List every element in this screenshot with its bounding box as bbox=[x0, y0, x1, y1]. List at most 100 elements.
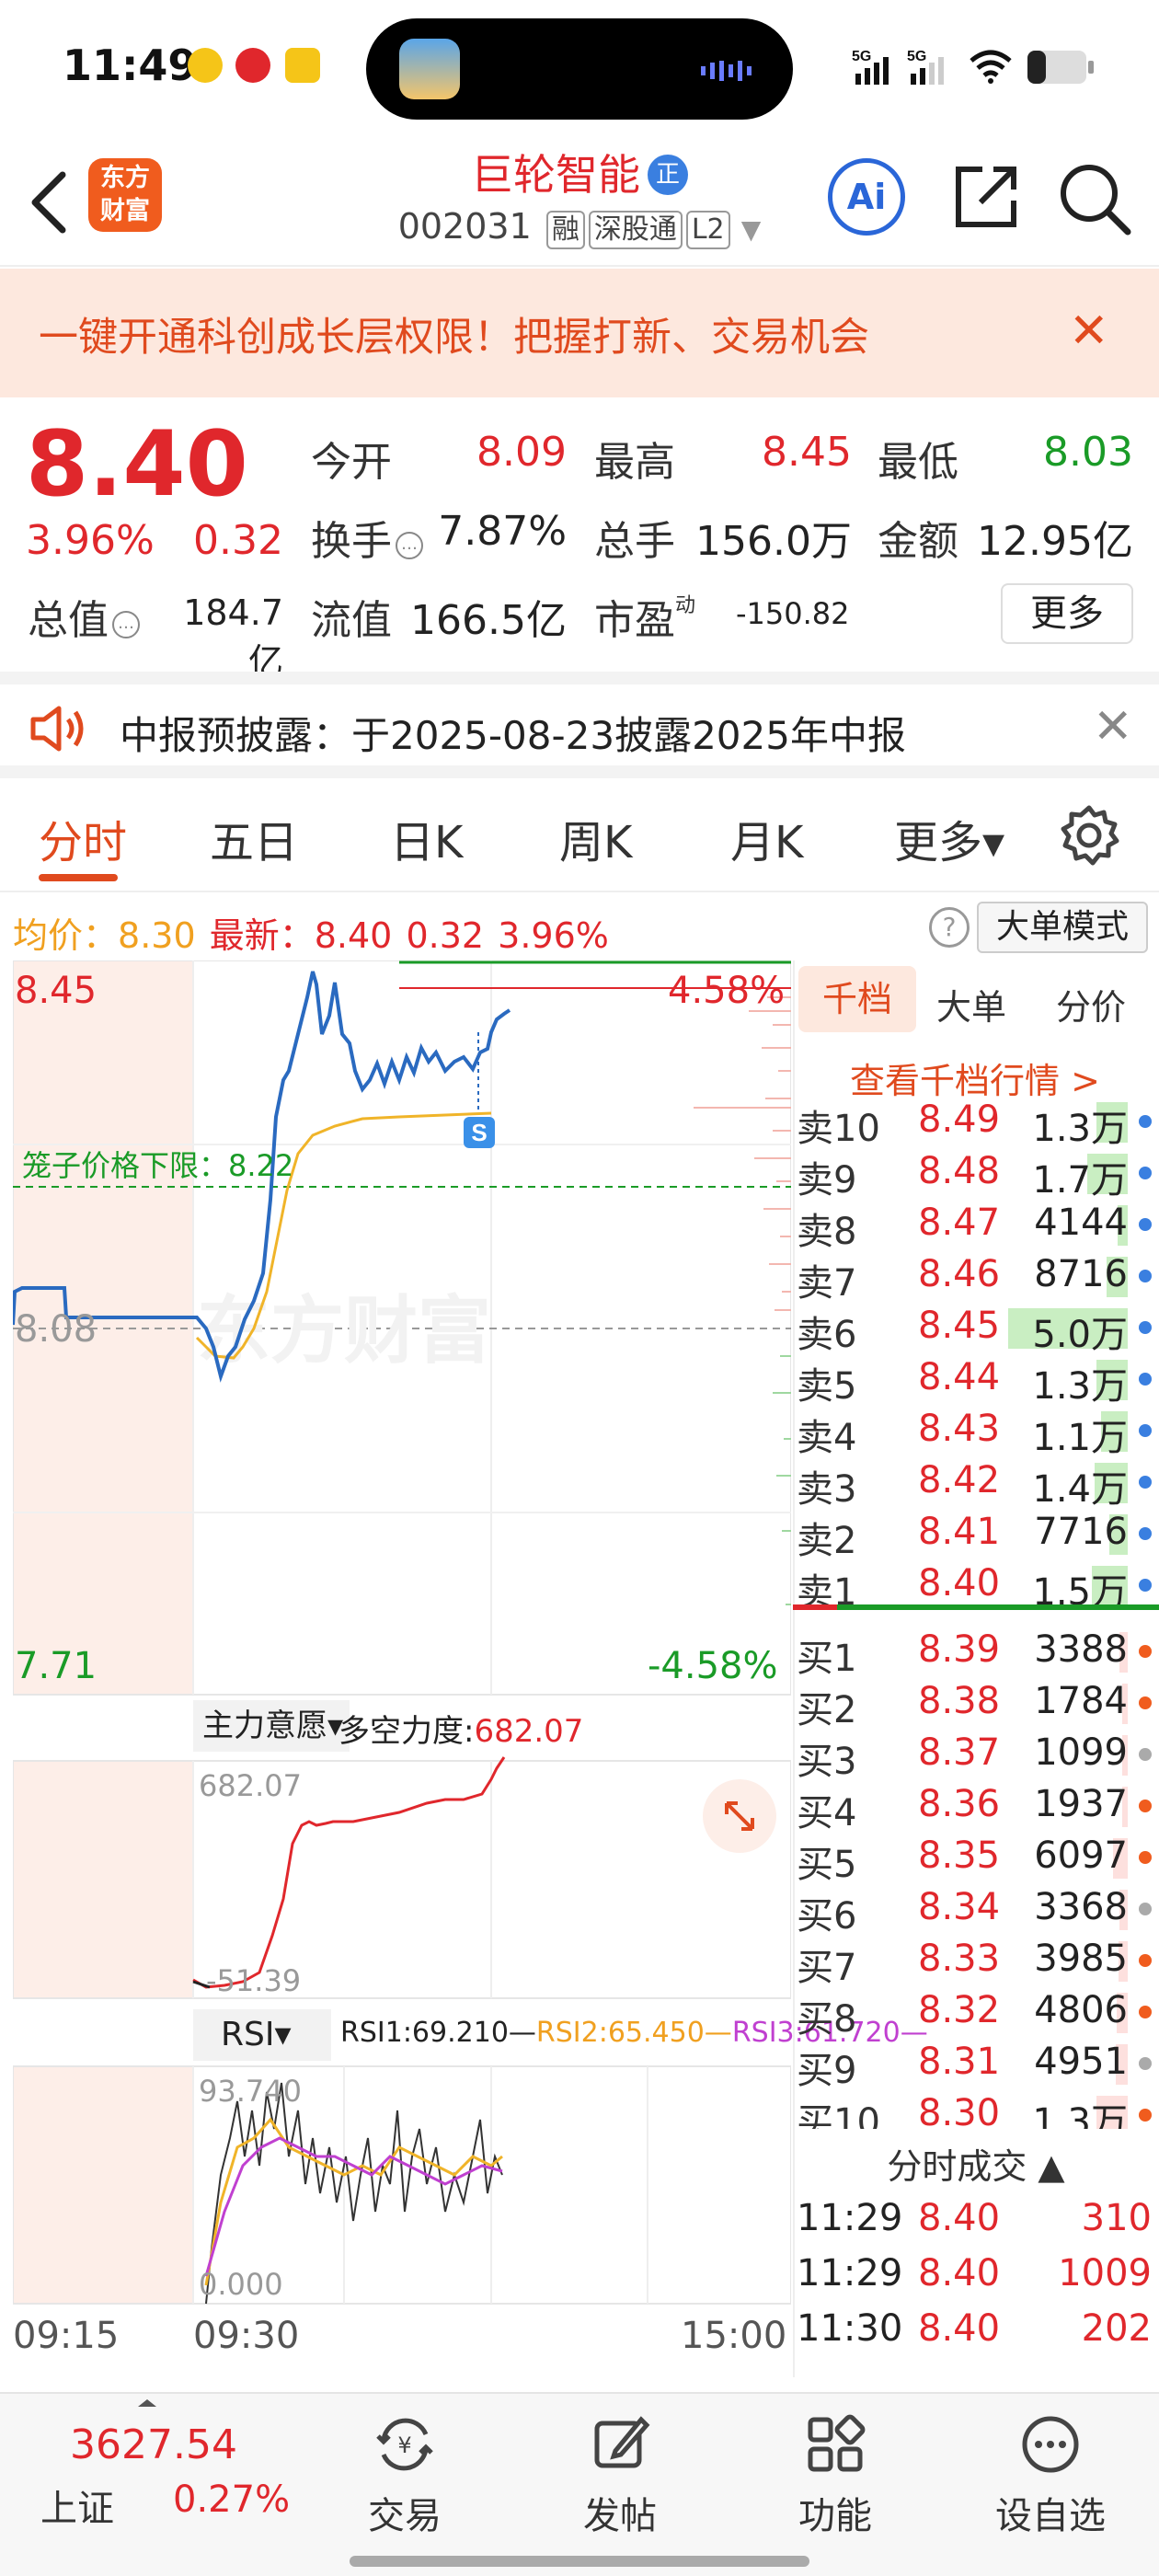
tab-intraday[interactable]: 分时 bbox=[39, 806, 127, 870]
close-icon[interactable]: ✕ bbox=[1069, 304, 1109, 359]
view-thousand-levels-link[interactable]: 查看千档行情 > bbox=[850, 1052, 1100, 1103]
trade-icon: ¥ bbox=[376, 2418, 433, 2471]
tab-price-distribution[interactable]: 分价 bbox=[1056, 979, 1126, 1029]
turnover-label: 换手… bbox=[311, 508, 423, 567]
help-icon[interactable]: ? bbox=[929, 907, 970, 948]
avg-label: 均价： bbox=[13, 915, 119, 956]
buy-level-row[interactable]: 买3 8.37 1099 bbox=[793, 1728, 1159, 1783]
tab-daily-k[interactable]: 日K bbox=[390, 806, 463, 870]
quote-panel: 8.40 3.96% 0.32 今开 8.09 最高 8.45 最低 8.03 … bbox=[0, 401, 1159, 682]
notice-text: 中报预披露：于2025-08-23披露2025年中报 bbox=[120, 713, 906, 758]
sell-level-row[interactable]: 卖1 8.40 1.5万 bbox=[793, 1558, 1159, 1614]
sell-level-row[interactable]: 卖4 8.43 1.1万 bbox=[793, 1404, 1159, 1459]
turnover-value: 7.87% bbox=[438, 508, 567, 555]
tag-level2: L2 bbox=[685, 211, 730, 249]
price-summary-bar: 均价：8.30 最新：8.40 0.32 3.96% ? 大单模式 bbox=[0, 894, 1159, 959]
mktcap-value: 184.7亿 bbox=[183, 592, 283, 682]
nav-functions[interactable]: 功能 bbox=[762, 2412, 909, 2539]
sell-level-row[interactable]: 卖6 8.45 5.0万 bbox=[793, 1301, 1159, 1356]
info-icon[interactable]: … bbox=[112, 611, 140, 638]
buy-level-row[interactable]: 买7 8.33 3985 bbox=[793, 1934, 1159, 1989]
info-icon[interactable]: … bbox=[396, 532, 423, 559]
trade-time: 11:29 bbox=[797, 2197, 903, 2239]
buy-level-row[interactable]: 买8 8.32 4806 bbox=[793, 1985, 1159, 2041]
level-price: 8.30 bbox=[918, 2092, 1001, 2129]
search-icon[interactable] bbox=[1056, 160, 1133, 237]
level-label: 卖9 bbox=[797, 1159, 857, 1202]
trade-time: 11:30 bbox=[797, 2307, 903, 2350]
sell-level-row[interactable]: 卖2 8.41 7716 bbox=[793, 1507, 1159, 1562]
order-flag-dot bbox=[1139, 1476, 1152, 1489]
level-volume: 8716 bbox=[1034, 1253, 1128, 1295]
svg-text:¥: ¥ bbox=[397, 2432, 411, 2458]
close-icon[interactable]: ✕ bbox=[1093, 699, 1133, 754]
promo-banner[interactable]: 一键开通科创成长层权限！把握打新、交易机会 ✕ bbox=[0, 269, 1159, 397]
level-price: 8.35 bbox=[918, 1834, 1001, 1877]
tab-big-orders[interactable]: 大单 bbox=[936, 979, 1006, 1029]
gear-icon[interactable] bbox=[1058, 804, 1120, 867]
buy-level-row[interactable]: 买6 8.34 3368 bbox=[793, 1882, 1159, 1938]
level-volume: 6097 bbox=[1034, 1834, 1128, 1877]
trades-title[interactable]: 分时成交 ▲ bbox=[793, 2138, 1159, 2189]
order-flag-dot bbox=[1139, 2109, 1152, 2122]
buy-level-row[interactable]: 买4 8.36 1937 bbox=[793, 1779, 1159, 1834]
level-price: 8.44 bbox=[918, 1356, 1001, 1398]
intraday-chart[interactable]: 东方财富 S 8.45 8.08 7.71 4.58% -4.58% 笼子价格下… bbox=[13, 960, 928, 2357]
pct-axis-bottom: -4.58% bbox=[648, 1645, 778, 1687]
open-value: 8.09 bbox=[476, 429, 567, 476]
tag-connect: 深股通 bbox=[588, 211, 683, 249]
mktcap-label-text: 总值 bbox=[28, 597, 109, 644]
nav-post-label: 发帖 bbox=[583, 2495, 657, 2537]
big-order-mode-button[interactable]: 大单模式 bbox=[977, 902, 1148, 953]
status-time: 11:49 bbox=[63, 40, 198, 90]
order-flag-dot bbox=[1139, 1115, 1152, 1128]
rsi-selector[interactable]: RSI▾ bbox=[193, 2009, 331, 2061]
nav-post[interactable]: 发帖 bbox=[546, 2412, 694, 2539]
order-book-divider bbox=[793, 1604, 1159, 1610]
nav-add-watchlist[interactable]: 设自选 bbox=[977, 2412, 1124, 2539]
tab-5day[interactable]: 五日 bbox=[210, 806, 298, 870]
tab-thousand-levels[interactable]: 千档 bbox=[798, 966, 916, 1032]
trade-volume: 310 bbox=[1081, 2197, 1152, 2239]
more-button[interactable]: 更多 bbox=[1001, 583, 1133, 644]
sell-level-row[interactable]: 卖5 8.44 1.3万 bbox=[793, 1352, 1159, 1408]
share-icon[interactable] bbox=[949, 160, 1023, 234]
buy-level-row[interactable]: 买5 8.35 6097 bbox=[793, 1831, 1159, 1886]
expand-icon[interactable] bbox=[703, 1779, 776, 1853]
latest-percent: 3.96% bbox=[498, 915, 609, 956]
stock-code: 002031 bbox=[397, 206, 532, 247]
home-indicator bbox=[350, 2556, 809, 2567]
tab-monthly-k[interactable]: 月K bbox=[730, 806, 803, 870]
pe-value: -150.82 bbox=[736, 596, 850, 631]
collapse-arrow-icon[interactable] bbox=[129, 2394, 166, 2412]
pct-axis-top: 4.58% bbox=[668, 970, 786, 1012]
rsi-top: 93.740 bbox=[199, 2074, 302, 2109]
buy-level-row[interactable]: 买10 8.30 1.3万 bbox=[793, 2088, 1159, 2129]
sell-level-row[interactable]: 卖7 8.46 8716 bbox=[793, 1249, 1159, 1305]
sell-level-row[interactable]: 卖9 8.48 1.7万 bbox=[793, 1146, 1159, 1202]
level-volume: 1.3万 bbox=[1032, 2101, 1128, 2129]
tab-more[interactable]: 更多▾ bbox=[894, 806, 1004, 870]
ai-button[interactable]: Ai bbox=[828, 158, 905, 236]
svg-text:5G: 5G bbox=[852, 49, 871, 64]
buy-level-row[interactable]: 买2 8.38 1784 bbox=[793, 1676, 1159, 1731]
indicator-bottom: -51.39 bbox=[206, 1963, 302, 1998]
level-volume: 1.3万 bbox=[1032, 1365, 1128, 1408]
buy-level-row[interactable]: 买1 8.39 3388 bbox=[793, 1625, 1159, 1680]
notice-bar[interactable]: 中报预披露：于2025-08-23披露2025年中报 ✕ bbox=[0, 672, 1159, 778]
sell-level-row[interactable]: 卖8 8.47 4144 bbox=[793, 1198, 1159, 1253]
nav-trade[interactable]: ¥ 交易 bbox=[331, 2412, 478, 2539]
trade-price: 8.40 bbox=[918, 2252, 1001, 2294]
level-price: 8.38 bbox=[918, 1680, 1001, 1722]
index-value[interactable]: 3627.54 bbox=[70, 2421, 237, 2468]
meituan-notification-icon bbox=[285, 48, 320, 83]
sell-level-row[interactable]: 卖10 8.49 1.3万 bbox=[793, 1098, 1159, 1150]
sell-level-row[interactable]: 卖3 8.42 1.4万 bbox=[793, 1455, 1159, 1511]
title-bar: 东方 财富 巨轮智能正 002031 融深股通 L2 ▼ Ai bbox=[0, 138, 1159, 267]
indicator-selector[interactable]: 主力意愿▾ bbox=[193, 1700, 350, 1752]
float-label: 流值 bbox=[311, 597, 392, 644]
level-label: 卖5 bbox=[797, 1365, 857, 1408]
buy-level-row[interactable]: 买9 8.31 4951 bbox=[793, 2037, 1159, 2092]
tab-weekly-k[interactable]: 周K bbox=[559, 806, 632, 870]
level-price: 8.34 bbox=[918, 1886, 1001, 1928]
